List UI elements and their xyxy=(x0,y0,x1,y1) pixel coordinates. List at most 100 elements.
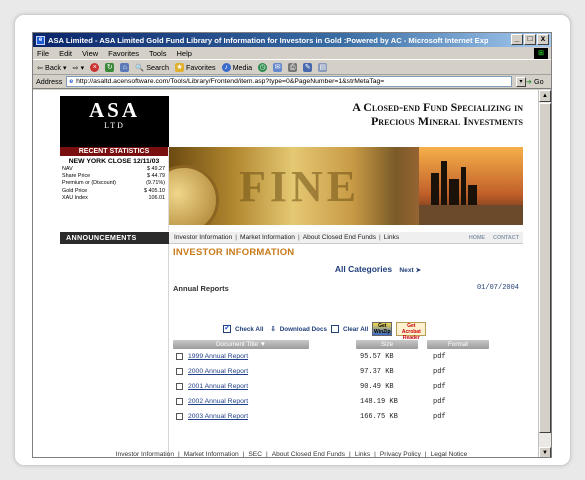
page-viewport: ASA LTD A Closed-end Fund Specializing i… xyxy=(33,90,540,457)
close-button[interactable]: x xyxy=(537,34,549,45)
document-link[interactable]: 2003 Annual Report xyxy=(188,413,358,420)
document-size: 95.57 KB xyxy=(360,352,394,361)
footer-privacy-policy[interactable]: Privacy Policy xyxy=(380,451,421,457)
report-date: 01/07/2004 xyxy=(476,284,519,292)
footer-links-page[interactable]: Links xyxy=(355,451,370,457)
nav-links-page[interactable]: Links xyxy=(384,232,399,243)
table-row: 2002 Annual Report 148.19 KB pdf xyxy=(173,394,523,409)
table-row: 1999 Annual Report 95.57 KB pdf xyxy=(173,349,523,364)
building-shape xyxy=(441,161,447,207)
stat-row: Gold Price $ 405.10 xyxy=(60,188,168,195)
acrobat-reader-badge[interactable]: Get Acrobat Reader xyxy=(396,322,427,341)
menu-edit[interactable]: Edit xyxy=(59,49,72,58)
nav-about-closed-end-funds[interactable]: About Closed End Funds xyxy=(303,232,376,243)
ie-icon: e xyxy=(36,35,45,45)
media-label: Media xyxy=(232,62,253,72)
search-button[interactable]: 🔍 Search xyxy=(135,63,169,72)
edit-icon: ✎ xyxy=(303,62,313,72)
address-input[interactable]: e http://asaltd.acensoftware.com/Tools/L… xyxy=(66,76,512,87)
row-checkbox[interactable] xyxy=(176,398,183,405)
footer-about-closed-end-funds[interactable]: About Closed End Funds xyxy=(272,451,345,457)
announcements-heading[interactable]: ANNOUNCEMENTS xyxy=(60,232,169,244)
row-checkbox[interactable] xyxy=(176,353,183,360)
refresh-icon: ↻ xyxy=(105,62,115,72)
site-tagline: A Closed-end Fund Specializing in Precio… xyxy=(173,100,523,128)
title-bar: e ASA Limited - ASA Limited Gold Fund Li… xyxy=(33,33,551,47)
forward-button[interactable]: ⇨ ▾ xyxy=(73,63,85,72)
nav-investor-information[interactable]: Investor Information xyxy=(174,232,232,243)
menu-help[interactable]: Help xyxy=(177,49,192,58)
history-button[interactable]: ◷ xyxy=(258,62,268,72)
maximize-button[interactable]: □ xyxy=(524,34,536,45)
menu-tools[interactable]: Tools xyxy=(149,49,167,58)
document-link[interactable]: 1999 Annual Report xyxy=(188,353,358,360)
download-docs-link[interactable]: Download Docs xyxy=(280,326,327,333)
check-all-checkbox[interactable] xyxy=(223,323,231,333)
document-tools: Check All ⇩ Download Docs Clear All Get … xyxy=(223,322,523,341)
windows-logo-icon: ⊞ xyxy=(534,48,548,59)
stats-header: RECENT STATISTICS xyxy=(60,147,168,156)
site-nav-bar: ANNOUNCEMENTS Investor Information | Mark… xyxy=(60,232,523,244)
scroll-down-button[interactable]: ▼ xyxy=(539,447,551,457)
col-size[interactable]: Size xyxy=(356,340,418,349)
footer-legal-notice[interactable]: Legal Notice xyxy=(431,451,468,457)
mail-button[interactable]: ✉ xyxy=(273,62,283,72)
refresh-button[interactable]: ↻ xyxy=(105,62,115,72)
col-format[interactable]: Format xyxy=(427,340,489,349)
nav-separator: | xyxy=(235,234,237,241)
document-link[interactable]: 2000 Annual Report xyxy=(188,368,358,375)
nav-links: Investor Information | Market Information… xyxy=(169,232,523,244)
check-all-link[interactable]: Check All xyxy=(235,326,263,333)
document-link[interactable]: 2002 Annual Report xyxy=(188,398,358,405)
print-button[interactable]: ⎙ xyxy=(288,62,298,72)
scroll-thumb[interactable] xyxy=(539,103,551,433)
col-document-title[interactable]: Document Title ▼ xyxy=(173,340,309,349)
row-checkbox[interactable] xyxy=(176,368,183,375)
menu-favorites[interactable]: Favorites xyxy=(108,49,139,58)
row-checkbox[interactable] xyxy=(176,413,183,420)
nav-contact[interactable]: CONTACT xyxy=(493,232,519,244)
document-link[interactable]: 2001 Annual Report xyxy=(188,383,358,390)
search-label: Search xyxy=(146,62,169,72)
minimize-button[interactable]: _ xyxy=(511,34,523,45)
vertical-scrollbar[interactable]: ▲ ▼ xyxy=(538,90,551,457)
stat-value: $ 49.27 xyxy=(147,166,165,172)
favorites-label: Favorites xyxy=(186,62,216,72)
document-format: pdf xyxy=(433,352,446,361)
row-checkbox[interactable] xyxy=(176,383,183,390)
favorites-button[interactable]: ★ Favorites xyxy=(175,62,216,72)
document-format: pdf xyxy=(433,412,446,421)
menu-view[interactable]: View xyxy=(82,49,98,58)
discuss-button[interactable]: ▤ xyxy=(318,62,328,72)
scroll-up-button[interactable]: ▲ xyxy=(539,90,551,102)
footer-investor-information[interactable]: Investor Information xyxy=(116,451,174,457)
winzip-badge[interactable]: Get WinZip xyxy=(372,322,393,336)
page-icon: e xyxy=(69,78,74,85)
stat-value: (9.71%) xyxy=(146,180,165,187)
footer-sec[interactable]: SEC xyxy=(248,451,262,457)
menu-file[interactable]: File xyxy=(37,49,49,58)
window-controls: _ □ x xyxy=(511,34,549,45)
edit-button[interactable]: ✎ xyxy=(303,62,313,72)
category-nav: All Categories Next ➤ xyxy=(233,264,523,274)
back-button[interactable]: ⇦ Back ▾ xyxy=(37,63,67,72)
document-size: 97.37 KB xyxy=(360,367,394,376)
media-button[interactable]: ♪ Media xyxy=(221,62,253,72)
address-dropdown-button[interactable]: ▾ xyxy=(516,76,526,87)
stop-button[interactable]: × xyxy=(90,62,100,72)
logo-main-text: ASA xyxy=(88,98,140,122)
all-categories-link[interactable]: All Categories xyxy=(335,264,392,274)
address-url: http://asaltd.acensoftware.com/Tools/Lib… xyxy=(76,78,385,85)
next-link[interactable]: Next ➤ xyxy=(399,267,421,274)
main-content: INVESTOR INFORMATION All Categories Next… xyxy=(173,244,523,424)
clear-all-checkbox[interactable] xyxy=(330,325,339,333)
footer-market-information[interactable]: Market Information xyxy=(184,451,239,457)
clear-all-link[interactable]: Clear All xyxy=(343,326,368,333)
go-button[interactable]: ➔ Go xyxy=(526,77,548,86)
nav-separator: | xyxy=(297,234,300,241)
nav-home[interactable]: HOME xyxy=(469,232,485,244)
tagline-line-2: Precious Mineral Investments xyxy=(370,114,523,128)
history-icon: ◷ xyxy=(258,62,268,72)
nav-market-information[interactable]: Market Information xyxy=(240,232,295,243)
home-button[interactable]: ⌂ xyxy=(120,62,130,72)
